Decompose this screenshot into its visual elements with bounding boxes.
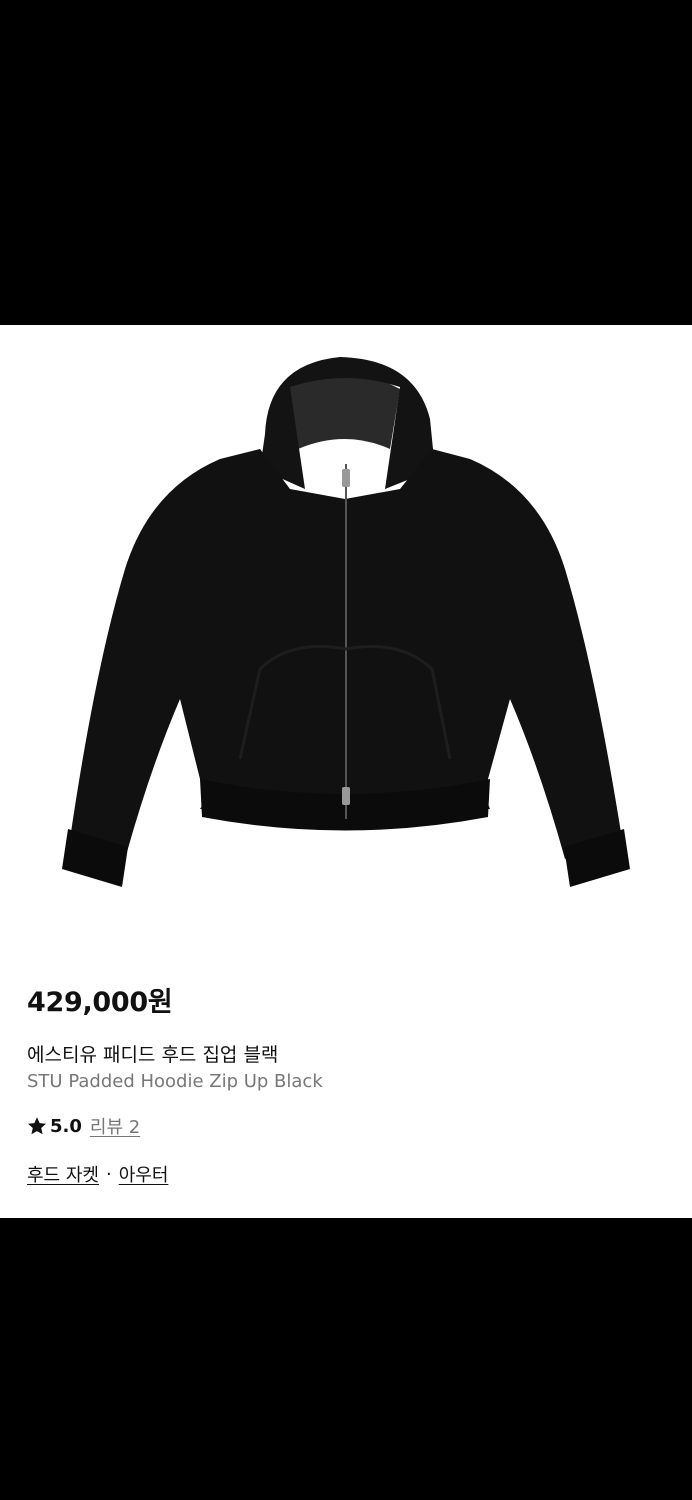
product-name-english[interactable]: STU Padded Hoodie Zip Up Black [27, 1071, 323, 1092]
top-black-area [0, 0, 692, 325]
rating-row: 5.0 리뷰 2 [26, 1113, 140, 1139]
bottom-black-area [0, 1218, 692, 1500]
product-name-korean[interactable]: 에스티유 패디드 후드 집업 블랙 [27, 1040, 278, 1067]
product-image[interactable] [40, 339, 652, 929]
star-icon [28, 1117, 46, 1135]
category-breadcrumb: 후드 자켓 · 아우터 [27, 1161, 168, 1187]
product-price: 429,000원 [27, 987, 173, 1018]
product-card[interactable]: 429,000원 에스티유 패디드 후드 집업 블랙 STU Padded Ho… [0, 325, 692, 1218]
review-count-link[interactable]: 리뷰 2 [90, 1113, 140, 1139]
zipper-pull-bottom [342, 787, 350, 805]
category-separator: · [105, 1163, 112, 1185]
category-link-outer[interactable]: 아우터 [119, 1161, 169, 1187]
hood-lining [285, 374, 400, 449]
zipper-pull-top [342, 469, 350, 487]
category-link-hood-jacket[interactable]: 후드 자켓 [27, 1161, 99, 1187]
rating-value: 5.0 [50, 1115, 82, 1137]
